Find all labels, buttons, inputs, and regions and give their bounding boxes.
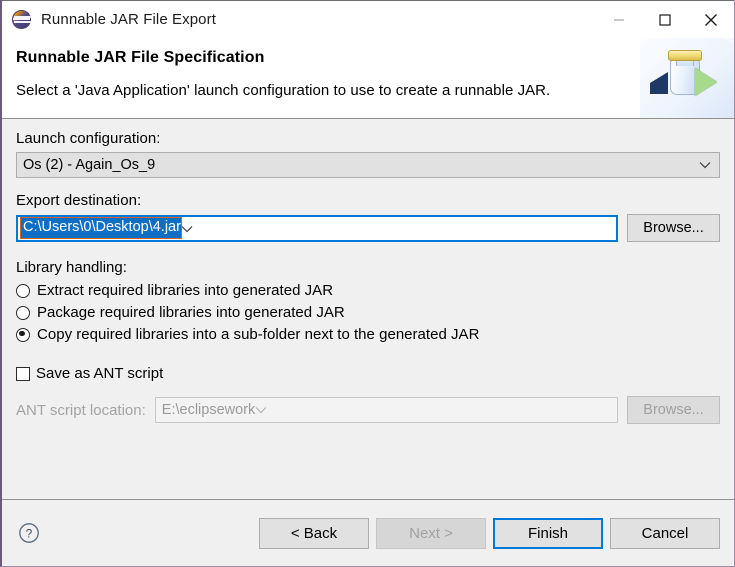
window-controls bbox=[596, 1, 734, 38]
export-destination-browse-button[interactable]: Browse... bbox=[627, 214, 720, 242]
radio-package-libraries[interactable]: Package required libraries into generate… bbox=[16, 304, 720, 321]
export-destination-input[interactable]: C:\Users\0\Desktop\4.jar bbox=[16, 214, 618, 242]
launch-configuration-label: Launch configuration: bbox=[16, 130, 161, 147]
radio-extract-libraries[interactable]: Extract required libraries into generate… bbox=[16, 282, 720, 299]
radio-copy-libraries-label: Copy required libraries into a sub-folde… bbox=[37, 326, 480, 343]
launch-configuration-value: Os (2) - Again_Os_9 bbox=[23, 157, 156, 173]
chevron-down-icon bbox=[255, 402, 267, 418]
dialog-footer: ? < Back Next > Finish Cancel bbox=[2, 499, 734, 566]
launch-configuration-combo[interactable]: Os (2) - Again_Os_9 bbox=[16, 152, 720, 178]
runnable-jar-export-dialog: Runnable JAR File Export Runnable JAR Fi… bbox=[0, 0, 735, 567]
maximize-icon[interactable] bbox=[642, 1, 688, 38]
next-button: Next > bbox=[376, 517, 486, 549]
cancel-button[interactable]: Cancel bbox=[610, 517, 720, 549]
window-title: Runnable JAR File Export bbox=[41, 11, 216, 28]
dialog-body: Launch configuration: Os (2) - Again_Os_… bbox=[2, 119, 734, 499]
minimize-icon[interactable] bbox=[596, 1, 642, 38]
wizard-header: Runnable JAR File Specification Select a… bbox=[2, 38, 734, 119]
help-question-icon[interactable]: ? bbox=[18, 522, 40, 544]
export-destination-row: C:\Users\0\Desktop\4.jar Browse... bbox=[16, 214, 720, 242]
ant-script-location-input: E:\eclipsework bbox=[154, 397, 618, 423]
ant-script-location-label: ANT script location: bbox=[16, 401, 146, 419]
export-destination-label: Export destination: bbox=[16, 192, 142, 209]
finish-button[interactable]: Finish bbox=[493, 517, 603, 549]
save-as-ant-script-label: Save as ANT script bbox=[36, 365, 164, 382]
page-description: Select a 'Java Application' launch confi… bbox=[16, 82, 551, 99]
runnable-jar-banner-icon bbox=[640, 38, 734, 118]
title-bar: Runnable JAR File Export bbox=[2, 0, 734, 38]
page-title: Runnable JAR File Specification bbox=[16, 49, 265, 66]
ant-script-location-value: E:\eclipsework bbox=[161, 402, 256, 418]
radio-package-libraries-label: Package required libraries into generate… bbox=[37, 304, 345, 321]
chevron-down-icon[interactable] bbox=[181, 220, 193, 236]
radio-extract-libraries-label: Extract required libraries into generate… bbox=[37, 282, 334, 299]
checkbox-icon bbox=[16, 366, 30, 381]
radio-icon bbox=[16, 305, 30, 320]
footer-buttons: < Back Next > Finish Cancel bbox=[259, 517, 720, 549]
svg-text:?: ? bbox=[26, 527, 33, 541]
radio-icon bbox=[16, 283, 30, 298]
chevron-down-icon bbox=[699, 153, 711, 177]
save-as-ant-script-checkbox[interactable]: Save as ANT script bbox=[16, 365, 720, 382]
ant-script-browse-button: Browse... bbox=[627, 396, 720, 424]
eclipse-icon bbox=[12, 9, 32, 30]
ant-script-location-row: ANT script location: E:\eclipsework Brow… bbox=[16, 396, 720, 424]
close-icon[interactable] bbox=[688, 1, 734, 38]
radio-copy-libraries[interactable]: Copy required libraries into a sub-folde… bbox=[16, 326, 720, 343]
radio-icon-selected bbox=[16, 327, 30, 342]
export-destination-value: C:\Users\0\Desktop\4.jar bbox=[20, 217, 182, 239]
library-handling-label: Library handling: bbox=[16, 259, 127, 276]
back-button[interactable]: < Back bbox=[259, 517, 369, 549]
